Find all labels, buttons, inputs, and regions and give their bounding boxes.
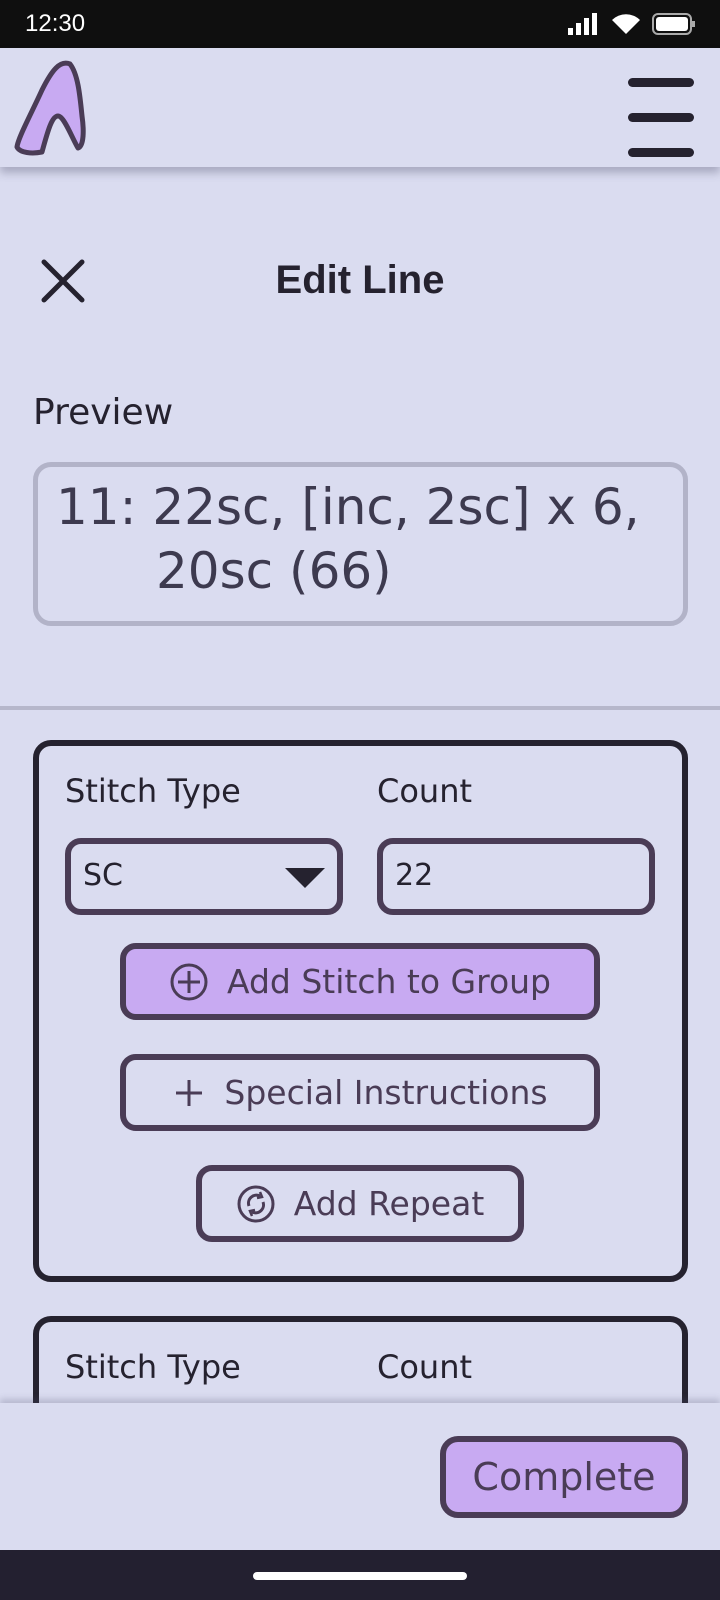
- add-stitch-label: Add Stitch to Group: [226, 962, 551, 1001]
- app-header: [0, 48, 720, 167]
- app-logo[interactable]: [12, 60, 108, 156]
- page-title: Edit Line: [275, 258, 445, 302]
- preview-line-2: 20sc (66): [156, 542, 392, 600]
- special-instructions-label: Special Instructions: [224, 1073, 548, 1112]
- battery-icon: [652, 13, 695, 35]
- add-repeat-label: Add Repeat: [293, 1184, 485, 1223]
- special-instructions-button[interactable]: Special Instructions: [120, 1054, 600, 1131]
- add-stitch-to-group-button[interactable]: Add Stitch to Group: [120, 943, 600, 1020]
- stitch-type-label: Stitch Type: [65, 772, 241, 810]
- stitch-group-card: Stitch Type Count: [33, 1316, 688, 1403]
- complete-button[interactable]: Complete: [440, 1436, 688, 1518]
- stitch-group-card: Stitch Type Count SC 22 Add Stitch to Gr…: [33, 740, 688, 1282]
- count-input[interactable]: 22: [377, 838, 655, 915]
- hamburger-icon[interactable]: [628, 78, 694, 183]
- navigation-bar: [0, 1550, 720, 1600]
- preview-line-1: 11: 22sc, [inc, 2sc] x 6,: [56, 478, 640, 536]
- stitch-groups-list[interactable]: Stitch Type Count SC 22 Add Stitch to Gr…: [0, 710, 720, 1403]
- stitch-type-label: Stitch Type: [65, 1348, 241, 1386]
- plus-circle-icon: [170, 963, 208, 1000]
- wifi-icon: [612, 14, 640, 34]
- preview-label: Preview: [33, 392, 174, 433]
- count-label: Count: [377, 772, 473, 810]
- status-bar: 12:30: [0, 0, 720, 48]
- preview-box: 11: 22sc, [inc, 2sc] x 6, 20sc (66): [33, 462, 688, 626]
- status-time: 12:30: [25, 10, 86, 37]
- dropdown-arrow-icon: [285, 868, 325, 888]
- bottom-bar: Complete: [0, 1403, 720, 1550]
- repeat-icon: [237, 1185, 275, 1222]
- count-label: Count: [377, 1348, 473, 1386]
- add-repeat-button[interactable]: Add Repeat: [196, 1165, 524, 1242]
- stitch-type-value: SC: [83, 858, 123, 893]
- plus-icon: [176, 1079, 203, 1106]
- home-handle[interactable]: [253, 1572, 467, 1580]
- stitch-type-select[interactable]: SC: [65, 838, 343, 915]
- signal-icon: [568, 13, 597, 35]
